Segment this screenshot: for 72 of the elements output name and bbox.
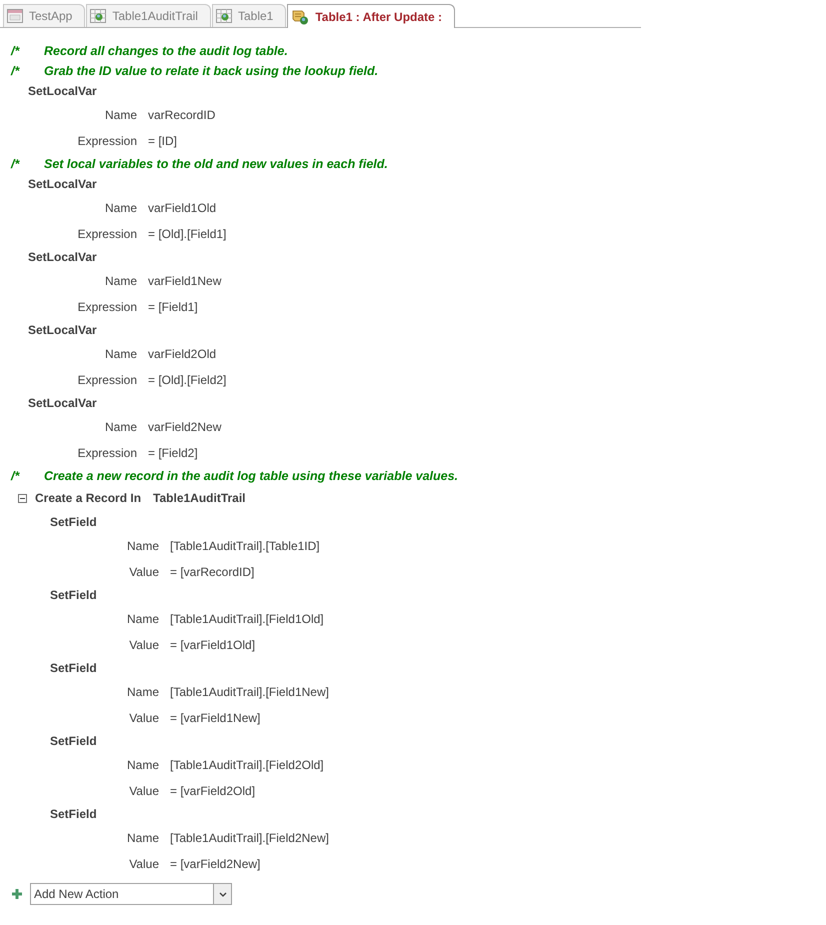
argument-label: Expression	[78, 133, 137, 150]
comment-mark: /*	[11, 156, 21, 173]
comment-text: Record all changes to the audit log table.	[44, 42, 288, 60]
form-icon	[7, 9, 23, 23]
argument-value[interactable]: [Table1AuditTrail].[Field1Old]	[170, 610, 324, 628]
action-name: SetLocalVar	[27, 176, 98, 193]
argument-value[interactable]: = [ID]	[148, 132, 178, 150]
action-name: SetField	[49, 733, 98, 750]
argument-value[interactable]: = [Old].[Field2]	[148, 371, 226, 389]
document-tab[interactable]: TestApp	[3, 4, 86, 27]
comment-text: Create a new record in the audit log table using these variable values.	[44, 468, 458, 485]
comment-mark: /*	[11, 468, 21, 485]
document-tab[interactable]: Table1 : After Update :	[287, 4, 456, 28]
argument-label: Expression	[78, 445, 137, 462]
action-name: SetLocalVar	[27, 395, 98, 412]
action-name: SetField	[49, 806, 98, 823]
argument-label: Name	[104, 200, 137, 217]
argument-value[interactable]: varField1New	[148, 272, 222, 290]
argument-label: Value	[129, 856, 159, 873]
argument-value[interactable]: varField2Old	[148, 345, 216, 363]
chevron-down-icon	[218, 892, 226, 896]
argument-label: Name	[126, 830, 159, 847]
argument-label: Value	[129, 783, 159, 800]
document-tab[interactable]: Table1AuditTrail	[86, 4, 211, 27]
collapse-icon[interactable]	[18, 494, 27, 502]
comment-mark: /*	[11, 42, 21, 60]
argument-label: Value	[129, 710, 159, 727]
table-icon	[90, 9, 106, 23]
argument-label: Value	[129, 637, 159, 654]
argument-label: Name	[126, 757, 159, 774]
argument-value[interactable]: varField2New	[148, 418, 222, 436]
add-action-dropdown[interactable]: Add New Action	[30, 883, 232, 905]
action-name: SetLocalVar	[27, 322, 98, 339]
action-name: SetLocalVar	[27, 83, 98, 100]
argument-value[interactable]: [Table1AuditTrail].[Field1New]	[170, 683, 329, 701]
argument-label: Name	[126, 684, 159, 701]
argument-label: Expression	[78, 226, 137, 243]
action-name: SetField	[49, 660, 98, 677]
argument-value[interactable]: = [varField1Old]	[170, 636, 256, 654]
action-name: SetField	[49, 514, 98, 531]
argument-label: Value	[129, 564, 159, 581]
comment-text: Set local variables to the old and new values in each field.	[44, 156, 388, 173]
macro-icon	[291, 8, 310, 24]
argument-value[interactable]: [Table1AuditTrail].[Field2New]	[170, 829, 329, 847]
argument-value[interactable]: varRecordID	[148, 106, 216, 124]
action-name: SetLocalVar	[27, 249, 98, 266]
argument-label: Name	[126, 611, 159, 628]
argument-label: Name	[104, 273, 137, 290]
block-target[interactable]: Table1AuditTrail	[153, 489, 246, 507]
argument-label: Expression	[78, 372, 137, 389]
argument-value[interactable]: = [Field2]	[148, 444, 198, 462]
argument-label: Name	[126, 538, 159, 555]
block-title: Create a Record In	[35, 490, 142, 507]
argument-label: Name	[104, 346, 137, 363]
action-name: SetField	[49, 587, 98, 604]
document-tab[interactable]: Table1	[212, 4, 286, 27]
table-icon	[216, 9, 232, 23]
comment-mark: /*	[11, 62, 21, 80]
argument-value[interactable]: = [varRecordID]	[170, 563, 254, 581]
argument-value[interactable]: = [varField2Old]	[170, 782, 256, 800]
argument-value[interactable]: = [varField2New]	[170, 855, 260, 873]
argument-value[interactable]: = [Old].[Field1]	[148, 225, 226, 243]
argument-value[interactable]: = [Field1]	[148, 298, 198, 316]
argument-label: Name	[104, 419, 137, 436]
argument-label: Name	[104, 107, 137, 124]
argument-value[interactable]: varField1Old	[148, 199, 216, 217]
argument-value[interactable]: [Table1AuditTrail].[Field2Old]	[170, 756, 324, 774]
argument-value[interactable]: = [varField1New]	[170, 709, 260, 727]
comment-text: Grab the ID value to relate it back using the lookup field.	[44, 62, 378, 80]
argument-value[interactable]: [Table1AuditTrail].[Table1ID]	[170, 537, 320, 555]
plus-icon[interactable]	[12, 889, 22, 899]
argument-label: Expression	[78, 299, 137, 316]
